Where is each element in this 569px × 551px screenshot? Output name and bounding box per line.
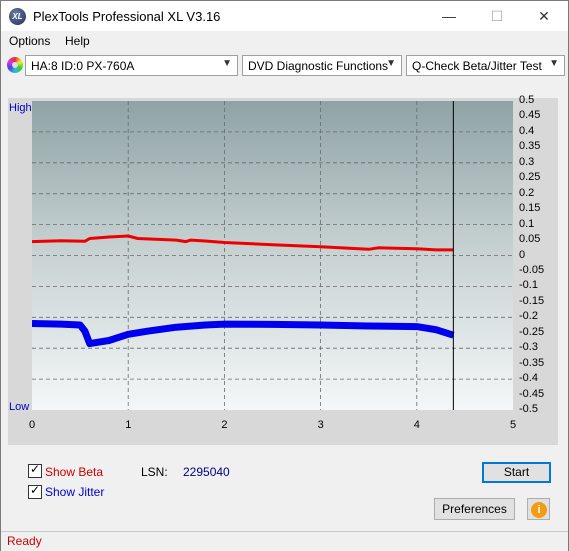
- show-jitter-label[interactable]: Show Jitter: [45, 485, 104, 499]
- y-tick-label: -0.4: [519, 372, 538, 385]
- y-tick-label: -0.5: [519, 403, 538, 415]
- y-tick-label: -0.3: [519, 341, 538, 354]
- preferences-button[interactable]: Preferences: [434, 498, 515, 520]
- title-bar: XL PlexTools Professional XL V3.16 — ☐ ✕: [1, 1, 568, 31]
- maximize-button[interactable]: ☐: [474, 1, 520, 31]
- x-tick-label: 2: [221, 419, 228, 431]
- drive-select-value: HA:8 ID:0 PX-760A: [31, 59, 135, 73]
- chevron-down-icon: ▼: [386, 58, 396, 69]
- close-button[interactable]: ✕: [521, 1, 567, 31]
- y-tick-label: 0.4: [519, 124, 535, 137]
- y-tick-label: -0.2: [519, 310, 538, 323]
- start-button[interactable]: Start: [482, 462, 551, 483]
- chevron-down-icon: ▼: [222, 58, 232, 69]
- y-tick-label: 0.1: [519, 217, 535, 230]
- x-tick-label: 5: [510, 419, 517, 431]
- disc-icon: [7, 57, 23, 73]
- y-tick-label: 0: [519, 248, 526, 261]
- lsn-label: LSN:: [141, 465, 168, 479]
- y-tick-label: -0.15: [519, 294, 545, 307]
- function-select[interactable]: DVD Diagnostic Functions ▼: [242, 55, 402, 76]
- function-select-value: DVD Diagnostic Functions: [248, 59, 389, 73]
- y-tick-label: -0.1: [519, 279, 538, 292]
- y-tick-label: 0.15: [519, 202, 541, 215]
- show-beta-label[interactable]: Show Beta: [45, 465, 103, 479]
- y-tick-label: 0.3: [519, 155, 535, 168]
- status-text: Ready: [7, 534, 42, 548]
- y-tick-label: -0.45: [519, 387, 545, 400]
- y-tick-label: 0.45: [519, 109, 541, 122]
- y-tick-label: -0.25: [519, 325, 545, 338]
- y-tick-label: 0.25: [519, 171, 541, 184]
- y-tick-label: 0.5: [519, 94, 535, 106]
- menu-bar: Options Help: [1, 31, 568, 51]
- x-tick-label: 1: [125, 419, 132, 431]
- y-tick-label: -0.05: [519, 263, 545, 276]
- show-jitter-checkbox[interactable]: [28, 483, 42, 499]
- app-window: XL PlexTools Professional XL V3.16 — ☐ ✕…: [0, 0, 569, 551]
- lsn-value: 2295040: [183, 465, 230, 479]
- menu-options[interactable]: Options: [9, 34, 50, 48]
- left-axis-high-label: High: [9, 102, 32, 114]
- y-tick-label: -0.35: [519, 356, 545, 369]
- beta-jitter-chart: [32, 101, 513, 410]
- minimize-button[interactable]: —: [426, 1, 472, 31]
- app-logo-icon: XL: [9, 8, 26, 25]
- test-select[interactable]: Q-Check Beta/Jitter Test ▼: [406, 55, 565, 76]
- show-beta-checkbox[interactable]: [28, 462, 42, 478]
- left-axis-low-label: Low: [9, 401, 30, 413]
- window-title: PlexTools Professional XL V3.16: [33, 9, 221, 24]
- y-tick-label: 0.35: [519, 140, 541, 153]
- y-tick-label: 0.2: [519, 186, 535, 199]
- info-button[interactable]: i: [527, 498, 550, 520]
- status-bar: Ready: [1, 531, 568, 551]
- x-tick-label: 0: [29, 419, 36, 431]
- test-select-value: Q-Check Beta/Jitter Test: [412, 59, 542, 73]
- x-tick-label: 4: [413, 419, 420, 431]
- chevron-down-icon: ▼: [549, 58, 559, 69]
- info-icon: i: [531, 502, 547, 518]
- menu-help[interactable]: Help: [65, 34, 90, 48]
- x-tick-label: 3: [317, 419, 324, 431]
- y-tick-label: 0.05: [519, 233, 541, 246]
- toolbar: HA:8 ID:0 PX-760A ▼ DVD Diagnostic Funct…: [1, 53, 568, 79]
- drive-select[interactable]: HA:8 ID:0 PX-760A ▼: [25, 55, 238, 76]
